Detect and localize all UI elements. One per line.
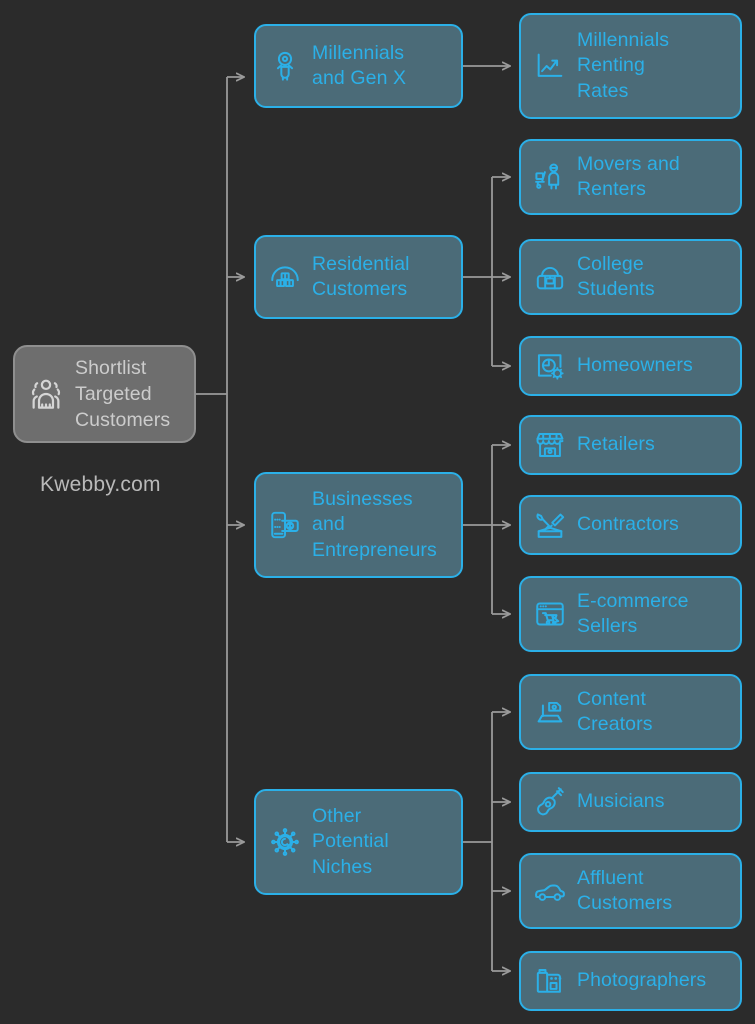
node-branch-millennials-and-gen-x[interactable]: Millennials and Gen X (254, 24, 463, 108)
backpack-icon (533, 260, 567, 294)
node-leaf-label: Musicians (577, 790, 665, 813)
node-root[interactable]: Shortlist Targeted Customers (13, 345, 196, 443)
niche-network-icon (268, 825, 302, 859)
node-leaf-label: College Students (577, 252, 655, 301)
moving-dolly-person-icon (533, 160, 567, 194)
sports-car-icon (533, 874, 567, 908)
node-leaf-content-creators[interactable]: Content Creators (519, 674, 742, 750)
person-avatar-icon (268, 49, 302, 83)
node-leaf-retailers[interactable]: Retailers (519, 415, 742, 475)
node-leaf-college-students[interactable]: College Students (519, 239, 742, 315)
node-branch-label: Other Potential Niches (312, 804, 389, 878)
tools-icon (533, 508, 567, 542)
node-leaf-movers-and-renters[interactable]: Movers and Renters (519, 139, 742, 215)
node-branch-businesses-and-entrepreneurs[interactable]: Businesses and Entrepreneurs (254, 472, 463, 578)
node-root-label: Shortlist Targeted Customers (75, 357, 171, 431)
node-branch-other-potential-niches[interactable]: Other Potential Niches (254, 789, 463, 895)
node-leaf-photographers[interactable]: Photographers (519, 951, 742, 1011)
node-leaf-millennials-renting-rates[interactable]: Millennials Renting Rates (519, 13, 742, 119)
node-branch-label: Businesses and Entrepreneurs (312, 487, 437, 561)
node-leaf-label: Content Creators (577, 687, 653, 736)
node-branch-residential-customers[interactable]: Residential Customers (254, 235, 463, 319)
diagram-canvas: Shortlist Targeted Customers Kwebby.com … (0, 0, 755, 1024)
node-leaf-homeowners[interactable]: Homeowners (519, 336, 742, 396)
storefront-icon (533, 428, 567, 462)
group-of-people-icon (27, 375, 65, 413)
node-leaf-musicians[interactable]: Musicians (519, 772, 742, 832)
node-leaf-label: Retailers (577, 433, 655, 456)
node-leaf-label: Homeowners (577, 354, 693, 377)
house-settings-icon (533, 349, 567, 383)
node-leaf-label: Affluent Customers (577, 866, 673, 915)
guitar-icon (533, 785, 567, 819)
studio-camera-icon (533, 695, 567, 729)
node-branch-label: Residential Customers (312, 252, 410, 301)
node-leaf-affluent-customers[interactable]: Affluent Customers (519, 853, 742, 929)
node-leaf-label: Photographers (577, 969, 707, 992)
storage-boxes-icon (268, 260, 302, 294)
node-leaf-label: Contractors (577, 513, 679, 536)
node-leaf-label: Millennials Renting Rates (577, 28, 670, 102)
line-chart-icon (533, 49, 567, 83)
node-leaf-label: E-commerce Sellers (577, 589, 689, 638)
node-leaf-ecommerce-sellers[interactable]: E-commerce Sellers (519, 576, 742, 652)
mobile-payment-icon (268, 508, 302, 542)
watermark: Kwebby.com (40, 473, 161, 496)
node-leaf-label: Movers and Renters (577, 152, 680, 201)
film-roll-icon (533, 964, 567, 998)
node-branch-label: Millennials and Gen X (312, 41, 407, 90)
browser-cart-cursor-icon (533, 597, 567, 631)
node-leaf-contractors[interactable]: Contractors (519, 495, 742, 555)
